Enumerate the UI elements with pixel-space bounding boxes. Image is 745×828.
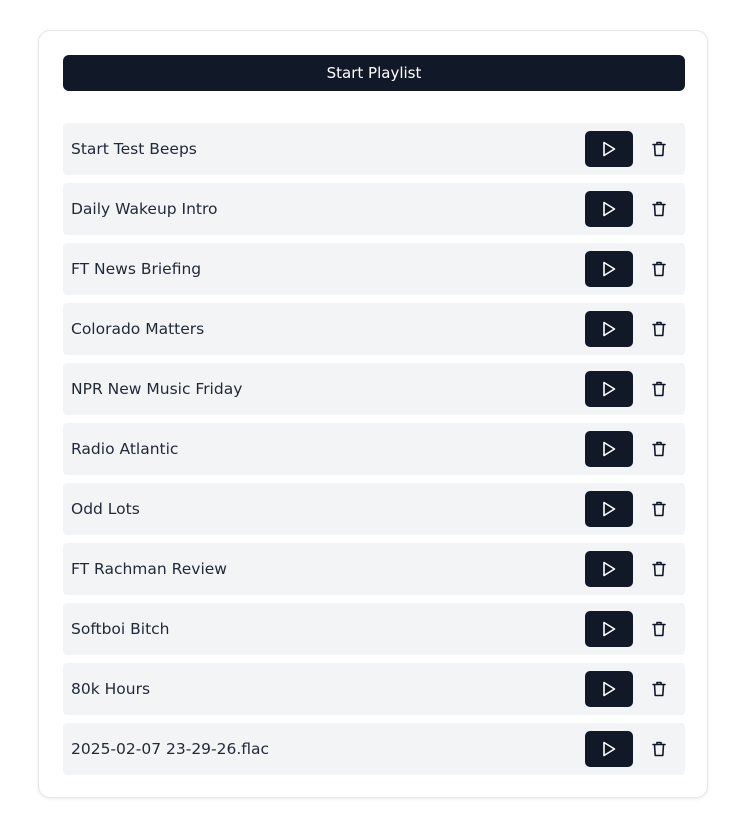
playlist-item: NPR New Music Friday [63, 363, 685, 415]
trash-icon [652, 201, 666, 217]
playlist-card: Start Playlist Start Test Beeps Daily Wa… [38, 30, 708, 798]
play-icon [602, 261, 616, 277]
play-icon [602, 441, 616, 457]
trash-icon [652, 561, 666, 577]
delete-button[interactable] [647, 257, 671, 281]
playlist-item: Radio Atlantic [63, 423, 685, 475]
play-button[interactable] [585, 131, 633, 167]
play-icon [602, 681, 616, 697]
playlist-list: Start Test Beeps Daily Wakeup Intro FT N… [63, 123, 685, 783]
play-button[interactable] [585, 731, 633, 767]
delete-button[interactable] [647, 137, 671, 161]
trash-icon [652, 381, 666, 397]
delete-button[interactable] [647, 497, 671, 521]
play-button[interactable] [585, 371, 633, 407]
trash-icon [652, 321, 666, 337]
play-button[interactable] [585, 671, 633, 707]
playlist-item: Odd Lots [63, 483, 685, 535]
play-button[interactable] [585, 191, 633, 227]
play-icon [602, 621, 616, 637]
play-icon [602, 321, 616, 337]
delete-button[interactable] [647, 437, 671, 461]
trash-icon [652, 141, 666, 157]
trash-icon [652, 501, 666, 517]
start-playlist-button[interactable]: Start Playlist [63, 55, 685, 91]
trash-icon [652, 441, 666, 457]
delete-button[interactable] [647, 197, 671, 221]
playlist-item: Colorado Matters [63, 303, 685, 355]
play-button[interactable] [585, 491, 633, 527]
playlist-item: FT Rachman Review [63, 543, 685, 595]
trash-icon [652, 621, 666, 637]
delete-button[interactable] [647, 677, 671, 701]
delete-button[interactable] [647, 557, 671, 581]
playlist-item: Softboi Bitch [63, 603, 685, 655]
play-button[interactable] [585, 251, 633, 287]
trash-icon [652, 681, 666, 697]
playlist-item: Daily Wakeup Intro [63, 183, 685, 235]
playlist-item: 80k Hours [63, 663, 685, 715]
play-icon [602, 201, 616, 217]
play-icon [602, 381, 616, 397]
delete-button[interactable] [647, 317, 671, 341]
delete-button[interactable] [647, 737, 671, 761]
trash-icon [652, 261, 666, 277]
play-icon [602, 501, 616, 517]
playlist-item: 2025-02-07 23-29-26.flac [63, 723, 685, 775]
play-button[interactable] [585, 431, 633, 467]
playlist-item: Start Test Beeps [63, 123, 685, 175]
play-button[interactable] [585, 551, 633, 587]
play-icon [602, 741, 616, 757]
trash-icon [652, 741, 666, 757]
play-icon [602, 561, 616, 577]
playlist-item: FT News Briefing [63, 243, 685, 295]
play-button[interactable] [585, 611, 633, 647]
delete-button[interactable] [647, 617, 671, 641]
delete-button[interactable] [647, 377, 671, 401]
play-icon [602, 141, 616, 157]
play-button[interactable] [585, 311, 633, 347]
